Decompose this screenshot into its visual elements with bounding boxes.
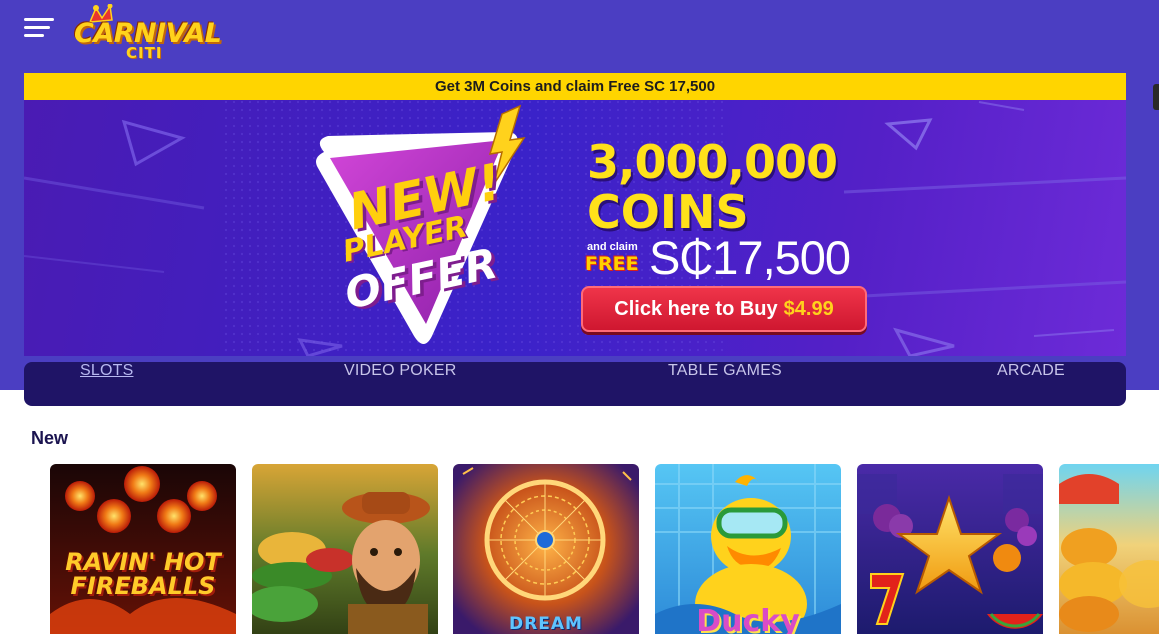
scrollbar-thumb[interactable] — [1153, 84, 1159, 110]
carnival-citi-logo[interactable]: CARNIVAL CITI — [70, 4, 222, 62]
menu-line — [24, 26, 50, 29]
logo-line2: CITI — [126, 44, 163, 62]
game-card-dream[interactable]: DREAM — [453, 464, 639, 634]
coins-amount: 3,000,000 — [587, 135, 838, 189]
game-card-ducky[interactable]: Ducky — [655, 464, 841, 634]
sweeps-coins-amount: S₵17,500 — [649, 231, 851, 284]
banner-background-decoration — [24, 100, 1126, 356]
game-card-fruit-market[interactable] — [1059, 464, 1159, 634]
and-claim-text: and claim — [587, 241, 638, 253]
new-games-row: RAVIN' HOT FIREBALLS DREAM Ducky — [50, 464, 1159, 634]
game-thumbnail — [857, 464, 1043, 634]
game-thumbnail — [252, 464, 438, 634]
buy-button-price: $4.99 — [783, 297, 834, 320]
menu-line — [24, 34, 44, 37]
new-player-offer-banner[interactable]: NEW! PLAYER OFFER 3,000,000 COINS and cl… — [24, 100, 1126, 356]
coins-word: COINS — [587, 185, 749, 239]
game-category-tabs: SLOTS VIDEO POKER TABLE GAMES ARCADE — [24, 362, 1126, 406]
game-art-title-line1: RAVIN' HOT — [65, 548, 221, 576]
section-title-new: New — [31, 428, 69, 448]
game-card-star-fruits[interactable] — [857, 464, 1043, 634]
game-art-title: RAVIN' HOT FIREBALLS — [50, 550, 236, 598]
site-header: CARNIVAL CITI — [0, 0, 1159, 62]
game-thumbnail — [453, 464, 639, 634]
game-card-ravin-hot-fireballs[interactable]: RAVIN' HOT FIREBALLS — [50, 464, 236, 634]
game-thumbnail — [1059, 464, 1159, 634]
menu-line — [24, 18, 54, 21]
tab-video-poker[interactable]: VIDEO POKER — [344, 362, 456, 406]
buy-offer-button[interactable]: Click here to Buy $4.99 — [581, 286, 867, 332]
game-art-title: Ducky — [696, 604, 800, 634]
game-card-explorer[interactable] — [252, 464, 438, 634]
free-text: FREE — [585, 253, 639, 275]
game-art-title-line2: FIREBALLS — [70, 572, 216, 600]
tab-slots[interactable]: SLOTS — [80, 362, 133, 406]
game-art-title: DREAM — [509, 614, 583, 634]
tab-table-games[interactable]: TABLE GAMES — [668, 362, 782, 406]
badge-text-group: NEW! PLAYER OFFER — [282, 110, 552, 356]
tab-arcade[interactable]: ARCADE — [997, 362, 1065, 406]
buy-button-label: Click here to Buy — [614, 297, 778, 320]
hamburger-menu-icon[interactable] — [24, 18, 54, 40]
promo-strip[interactable]: Get 3M Coins and claim Free SC 17,500 — [24, 73, 1126, 100]
